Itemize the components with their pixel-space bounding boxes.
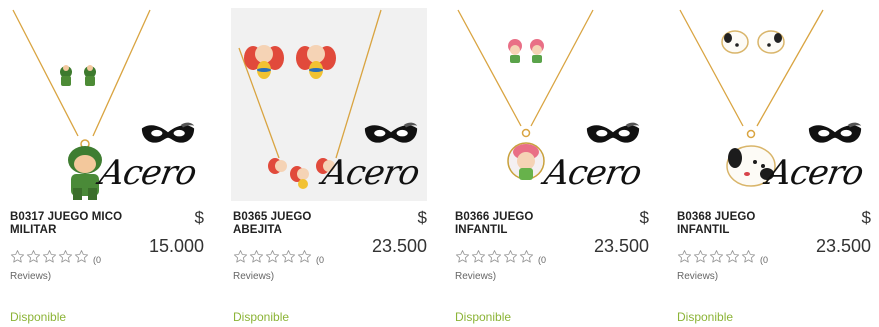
rating-stars[interactable]: (0 xyxy=(10,249,102,265)
star-icon xyxy=(281,249,296,264)
product-price: 15.000 xyxy=(148,236,204,256)
brand-watermark: Acero xyxy=(763,121,867,193)
product-price: 23.500 xyxy=(815,236,871,256)
rating-stars[interactable]: (0 xyxy=(677,249,769,265)
mask-icon xyxy=(585,121,641,149)
availability-status: Disponible xyxy=(233,310,290,324)
review-count: (0 xyxy=(760,254,769,265)
star-icon xyxy=(677,249,692,264)
star-icon xyxy=(519,249,534,264)
mask-icon xyxy=(807,121,863,149)
reviews-label: Reviews) xyxy=(233,271,275,282)
mask-icon xyxy=(140,121,196,149)
star-icon xyxy=(503,249,518,264)
star-icon xyxy=(249,249,264,264)
product-grid: Acero B0317 JUEGO MICO MILITAR $ 15.000 … xyxy=(0,0,879,327)
star-icon xyxy=(26,249,41,264)
product-price: 23.500 xyxy=(593,236,649,256)
star-icon xyxy=(42,249,57,264)
currency-symbol: $ xyxy=(417,208,427,227)
review-count: (0 xyxy=(93,254,102,265)
star-icon xyxy=(455,249,470,264)
star-icon xyxy=(265,249,280,264)
currency-symbol: $ xyxy=(639,208,649,227)
reviews-label: Reviews) xyxy=(10,271,52,282)
brand-watermark: Acero xyxy=(541,121,645,193)
brand-watermark: Acero xyxy=(319,121,423,193)
product-image[interactable]: Acero xyxy=(231,8,427,201)
brand-watermark: Acero xyxy=(96,121,200,193)
product-image[interactable]: Acero xyxy=(8,8,204,201)
product-card[interactable]: Acero B0366 JUEGO INFANTIL $ 23.500 (0 R… xyxy=(453,0,653,327)
availability-status: Disponible xyxy=(455,310,512,324)
star-icon xyxy=(709,249,724,264)
star-icon xyxy=(693,249,708,264)
product-name[interactable]: B0365 JUEGO ABEJITA xyxy=(233,211,355,237)
product-name[interactable]: B0368 JUEGO INFANTIL xyxy=(677,211,799,237)
star-icon xyxy=(471,249,486,264)
star-icon xyxy=(487,249,502,264)
reviews-label: Reviews) xyxy=(455,271,497,282)
star-icon xyxy=(725,249,740,264)
rating-stars[interactable]: (0 xyxy=(233,249,325,265)
star-icon xyxy=(233,249,248,264)
product-name[interactable]: B0317 JUEGO MICO MILITAR xyxy=(10,211,132,237)
star-icon xyxy=(58,249,73,264)
product-card[interactable]: Acero B0368 JUEGO INFANTIL $ 23.500 (0 R… xyxy=(675,0,875,327)
product-card[interactable]: Acero B0365 JUEGO ABEJITA $ 23.500 (0 Re… xyxy=(231,0,431,327)
reviews-label: Reviews) xyxy=(677,271,719,282)
availability-status: Disponible xyxy=(677,310,734,324)
star-icon xyxy=(741,249,756,264)
product-name[interactable]: B0366 JUEGO INFANTIL xyxy=(455,211,577,237)
star-icon xyxy=(297,249,312,264)
star-icon xyxy=(10,249,25,264)
product-image[interactable]: Acero xyxy=(675,8,871,201)
review-count: (0 xyxy=(316,254,325,265)
product-image[interactable]: Acero xyxy=(453,8,649,201)
product-price: 23.500 xyxy=(371,236,427,256)
rating-stars[interactable]: (0 xyxy=(455,249,547,265)
product-card[interactable]: Acero B0317 JUEGO MICO MILITAR $ 15.000 … xyxy=(8,0,208,327)
currency-symbol: $ xyxy=(194,208,204,227)
review-count: (0 xyxy=(538,254,547,265)
availability-status: Disponible xyxy=(10,310,67,324)
mask-icon xyxy=(363,121,419,149)
star-icon xyxy=(74,249,89,264)
currency-symbol: $ xyxy=(861,208,871,227)
